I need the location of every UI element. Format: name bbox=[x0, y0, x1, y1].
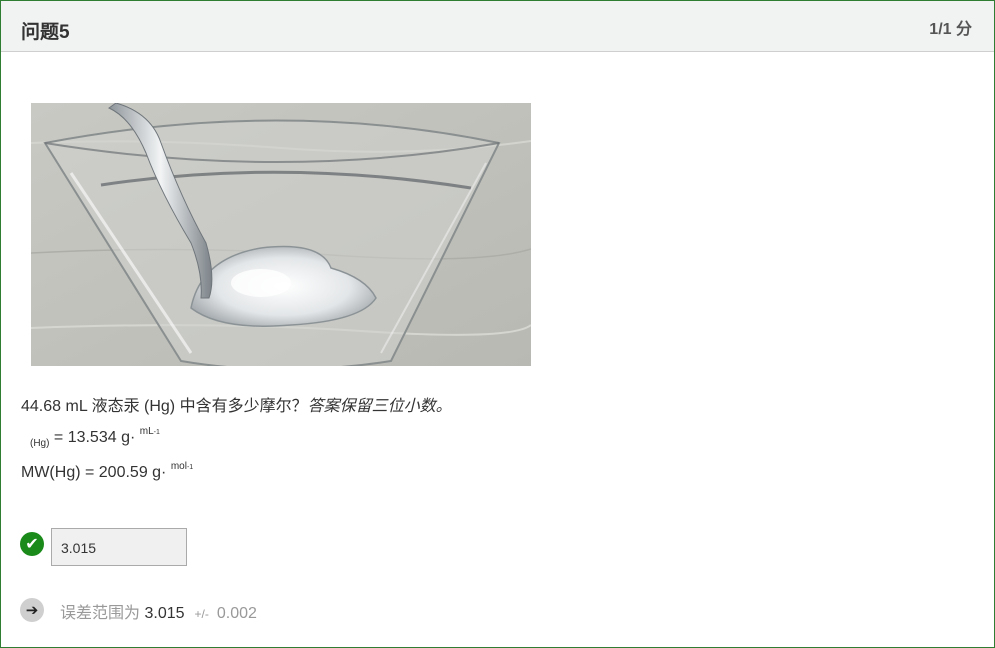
question-score: 1/1 分 bbox=[929, 21, 972, 38]
density-value: = 13.534 g· bbox=[49, 429, 136, 446]
check-circle-icon: ✔ bbox=[20, 532, 44, 556]
arrow-right-circle-icon: ➔ bbox=[20, 598, 44, 622]
answer-input[interactable]: 3.015 bbox=[51, 528, 187, 566]
question-text: 44.68 mL 液态汞 (Hg) 中含有多少摩尔？答案保留三位小数。 bbox=[21, 392, 452, 416]
question-prompt: 44.68 mL 液态汞 (Hg) 中含有多少摩尔？ bbox=[21, 398, 308, 415]
density-unit: mL-1 bbox=[140, 426, 160, 437]
molar-mass-value: MW(Hg) = 200.59 g· bbox=[21, 464, 167, 481]
tolerance-value: 0.002 bbox=[216, 605, 257, 622]
tolerance-label: 误差范围为 bbox=[60, 605, 141, 622]
density-subscript: (Hg) bbox=[30, 438, 50, 449]
answer-tolerance: 误差范围为 3.015 +/- 0.002 bbox=[60, 599, 257, 623]
density-unit-exponent: -1 bbox=[153, 429, 160, 436]
correct-answer-value: 3.015 bbox=[144, 605, 185, 622]
molar-mass-unit-exponent: -1 bbox=[186, 464, 194, 471]
molar-mass-unit: mol-1 bbox=[171, 461, 193, 472]
question-title: 问题5 bbox=[21, 22, 70, 43]
density-formula: (Hg) = 13.534 g· mL-1 bbox=[30, 426, 160, 449]
question-instruction: 答案保留三位小数。 bbox=[307, 398, 452, 415]
molar-mass-unit-text: mol bbox=[170, 461, 187, 472]
plus-minus-sign: +/- bbox=[194, 607, 209, 621]
density-unit-text: mL bbox=[139, 426, 154, 437]
molar-mass-formula: MW(Hg) = 200.59 g· mol-1 bbox=[21, 461, 193, 482]
question-header: 问题5 1/1 分 bbox=[1, 1, 994, 52]
mercury-pouring-photo bbox=[31, 103, 531, 366]
question-card: 问题5 1/1 分 44.68 mL 液态汞 (Hg) 中含有多少摩尔？答案保留… bbox=[0, 0, 995, 648]
